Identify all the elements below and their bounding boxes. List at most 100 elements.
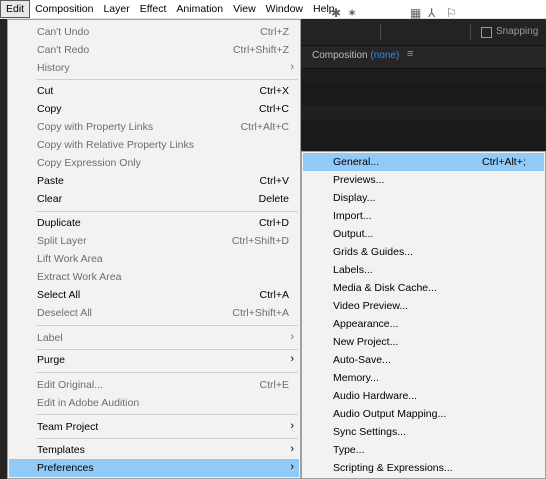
menu-layer[interactable]: Layer: [98, 0, 134, 18]
menu-item-shortcut: Ctrl+A: [259, 289, 289, 301]
menu-item-templates[interactable]: Templates ›: [8, 441, 300, 459]
axis-world-icon[interactable]: ⅄: [428, 6, 435, 20]
menu-item-label: Copy Expression Only: [37, 157, 141, 169]
menu-item-history[interactable]: History ›: [8, 59, 300, 77]
submenu-arrow-icon: ›: [290, 420, 294, 432]
menu-item-shortcut: Ctrl+Alt+;: [482, 156, 526, 168]
menu-item-cut[interactable]: Cut Ctrl+X: [8, 82, 300, 100]
menu-item-label: Type...: [333, 444, 365, 456]
menu-item-shortcut: Ctrl+Z: [260, 26, 289, 38]
pref-item-import[interactable]: Import...: [302, 207, 545, 225]
menu-item-label: Edit in Adobe Audition: [37, 397, 140, 409]
menu-item-select-all[interactable]: Select All Ctrl+A: [8, 286, 300, 304]
menu-item-shortcut: Ctrl+Shift+D: [231, 235, 289, 247]
menu-item-cant-undo[interactable]: Can't Undo Ctrl+Z: [8, 23, 300, 41]
menu-separator: [36, 349, 298, 350]
menu-item-label: Cut: [37, 85, 54, 97]
menu-item-label: New Project...: [333, 336, 399, 348]
composition-viewer-bar: [300, 106, 546, 120]
menu-item-label: Edit Original...: [37, 379, 103, 391]
menu-item-paste[interactable]: Paste Ctrl+V: [8, 172, 300, 190]
menu-composition[interactable]: Composition: [30, 0, 98, 18]
pref-item-auto-save[interactable]: Auto-Save...: [302, 351, 545, 369]
toolbar-divider: [470, 24, 471, 40]
menu-view[interactable]: View: [228, 0, 261, 18]
pref-item-type[interactable]: Type...: [302, 441, 545, 459]
pref-item-memory[interactable]: Memory...: [302, 369, 545, 387]
submenu-arrow-icon: ›: [290, 61, 294, 73]
composition-panel-title[interactable]: Composition (none): [312, 50, 399, 61]
menu-item-label: Sync Settings...: [333, 426, 406, 438]
menu-item-purge[interactable]: Purge ›: [8, 351, 300, 369]
menu-item-label: Video Preview...: [333, 300, 409, 312]
menu-effect[interactable]: Effect: [135, 0, 172, 18]
puppet-pin-icon[interactable]: ✱: [331, 6, 341, 20]
menu-item-edit-original[interactable]: Edit Original... Ctrl+E: [8, 376, 300, 394]
menu-item-label: Copy: [37, 103, 62, 115]
axis-local-icon[interactable]: ▦: [410, 6, 421, 20]
pref-item-appearance[interactable]: Appearance...: [302, 315, 545, 333]
menu-item-preferences[interactable]: Preferences ›: [9, 459, 299, 477]
menu-item-label: Can't Undo: [37, 26, 90, 38]
menu-item-shortcut: Ctrl+Shift+A: [232, 307, 289, 319]
menu-item-extract-work-area[interactable]: Extract Work Area: [8, 268, 300, 286]
composition-title-text: Composition: [312, 50, 368, 61]
menu-item-label: Previews...: [333, 174, 385, 186]
menu-item-label: Audio Output Mapping...: [333, 408, 447, 420]
menu-item-label: Team Project: [37, 421, 99, 433]
menu-item-label: Labels...: [333, 264, 373, 276]
pref-item-display[interactable]: Display...: [302, 189, 545, 207]
menu-item-split-layer[interactable]: Split Layer Ctrl+Shift+D: [8, 232, 300, 250]
menu-item-label: Memory...: [333, 372, 379, 384]
pref-item-new-project[interactable]: New Project...: [302, 333, 545, 351]
menu-item-shortcut: Ctrl+X: [259, 85, 289, 97]
menu-animation[interactable]: Animation: [171, 0, 228, 18]
menu-item-cant-redo[interactable]: Can't Redo Ctrl+Shift+Z: [8, 41, 300, 59]
snapping-checkbox[interactable]: [481, 27, 492, 38]
menu-item-label: Purge: [37, 354, 66, 366]
menu-item-label-submenu[interactable]: Label ›: [8, 329, 300, 347]
pref-item-grids-guides[interactable]: Grids & Guides...: [302, 243, 545, 261]
pref-item-labels[interactable]: Labels...: [302, 261, 545, 279]
menu-item-copy-relative-links[interactable]: Copy with Relative Property Links: [8, 136, 300, 154]
menu-item-deselect-all[interactable]: Deselect All Ctrl+Shift+A: [8, 304, 300, 322]
menu-item-label: History: [37, 62, 70, 74]
menu-item-lift-work-area[interactable]: Lift Work Area: [8, 250, 300, 268]
pref-item-previews[interactable]: Previews...: [302, 171, 545, 189]
menu-item-duplicate[interactable]: Duplicate Ctrl+D: [8, 214, 300, 232]
menu-edit[interactable]: Edit: [0, 0, 31, 18]
menu-separator: [36, 211, 298, 212]
submenu-arrow-icon: ›: [290, 331, 294, 343]
menu-item-label: Clear: [37, 193, 63, 205]
pref-item-output[interactable]: Output...: [302, 225, 545, 243]
menu-item-label: Grids & Guides...: [333, 246, 413, 258]
toolbar-divider: [380, 24, 381, 40]
menu-item-copy-property-links[interactable]: Copy with Property Links Ctrl+Alt+C: [8, 118, 300, 136]
menu-item-label: Media & Disk Cache...: [333, 282, 437, 294]
menu-item-copy-expression[interactable]: Copy Expression Only: [8, 154, 300, 172]
menu-item-label: Can't Redo: [37, 44, 90, 56]
submenu-arrow-icon: ›: [290, 443, 294, 455]
menu-item-label: Appearance...: [333, 318, 399, 330]
menu-separator: [36, 325, 298, 326]
pref-item-scripting-expressions[interactable]: Scripting & Expressions...: [302, 459, 545, 477]
menu-item-label: Preferences: [37, 462, 94, 474]
pin-tool-icon[interactable]: ✶: [347, 6, 357, 20]
axis-view-icon[interactable]: ⚐: [446, 6, 457, 20]
menu-item-label: Lift Work Area: [37, 253, 103, 265]
pref-item-general[interactable]: General... Ctrl+Alt+;: [303, 153, 544, 171]
menu-item-team-project[interactable]: Team Project ›: [8, 418, 300, 436]
menu-item-shortcut: Ctrl+C: [258, 103, 289, 115]
menu-window[interactable]: Window: [261, 0, 308, 18]
menu-item-label: Audio Hardware...: [333, 390, 418, 402]
pref-item-sync-settings[interactable]: Sync Settings...: [302, 423, 545, 441]
pref-item-audio-output-mapping[interactable]: Audio Output Mapping...: [302, 405, 545, 423]
pref-item-audio-hardware[interactable]: Audio Hardware...: [302, 387, 545, 405]
pref-item-media-disk-cache[interactable]: Media & Disk Cache...: [302, 279, 545, 297]
snapping-label: Snapping: [496, 26, 539, 37]
menu-item-edit-in-audition[interactable]: Edit in Adobe Audition: [8, 394, 300, 412]
pref-item-video-preview[interactable]: Video Preview...: [302, 297, 545, 315]
menu-item-clear[interactable]: Clear Delete: [8, 190, 300, 208]
menu-item-copy[interactable]: Copy Ctrl+C: [8, 100, 300, 118]
panel-menu-icon[interactable]: ≡: [407, 48, 413, 60]
